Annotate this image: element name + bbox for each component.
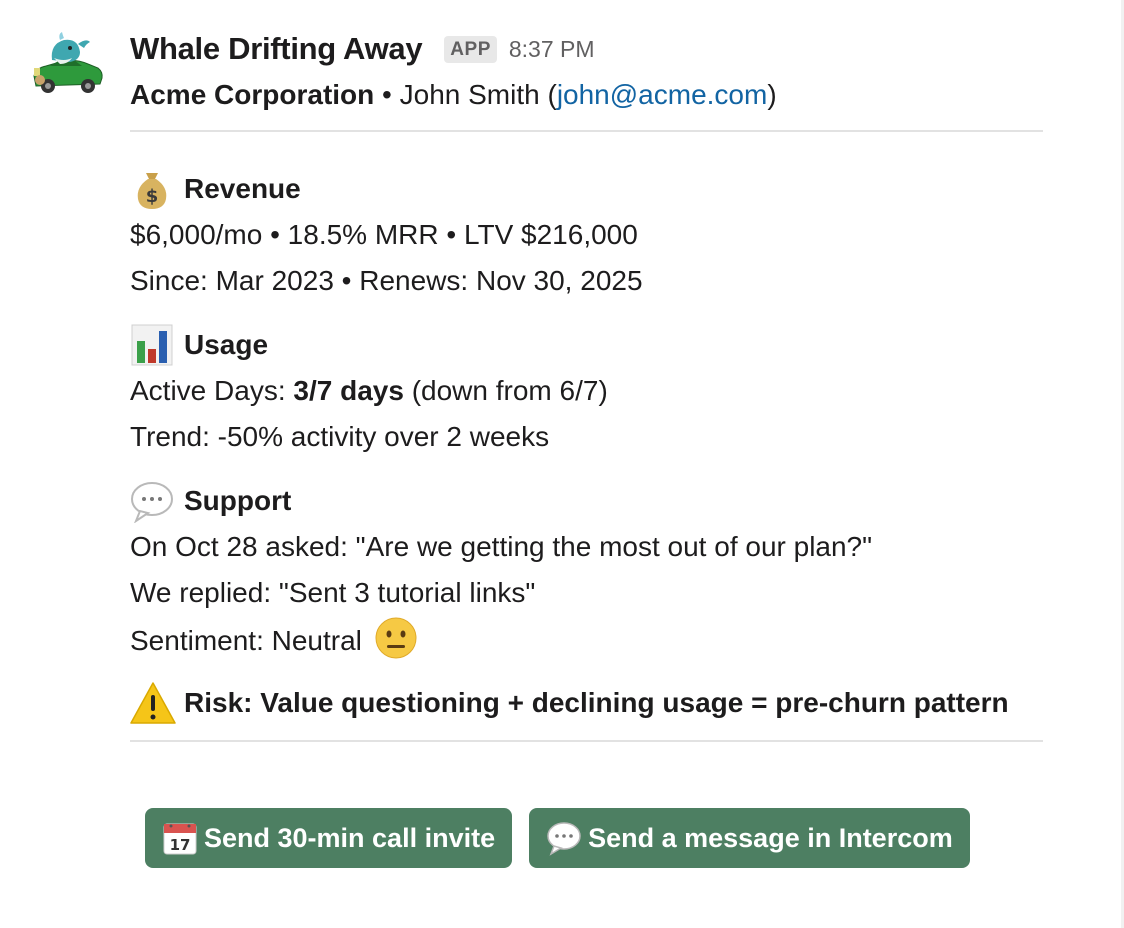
revenue-line-2: Since: Mar 2023 • Renews: Nov 30, 2025 <box>130 265 643 296</box>
risk-text: Risk: Value questioning + declining usag… <box>184 687 1009 718</box>
bottom-divider <box>130 740 1043 742</box>
money-bag-icon: $ <box>137 173 167 209</box>
paren-close: ) <box>767 79 777 110</box>
speech-bubble-icon <box>131 482 173 523</box>
message-body: Whale Drifting Away APP 8:37 PM Acme Cor… <box>130 26 1044 742</box>
bar-chart-icon <box>131 324 173 366</box>
support-heading: Support <box>130 478 1044 524</box>
calendar-icon: 17 <box>163 823 197 855</box>
app-badge: APP <box>444 35 497 63</box>
revenue-heading: $ Revenue <box>130 166 1044 212</box>
customer-line: Acme Corporation • John Smith (john@acme… <box>130 72 1044 118</box>
support-replied: We replied: "Sent 3 tutorial links" <box>130 577 536 608</box>
svg-text:17: 17 <box>170 836 191 854</box>
warning-icon <box>130 682 176 724</box>
send-intercom-message-button[interactable]: Send a message in Intercom <box>529 808 970 868</box>
support-asked: On Oct 28 asked: "Are we getting the mos… <box>130 531 873 562</box>
action-buttons: 17 Send 30-min call invite Send a messag… <box>145 808 970 868</box>
whale-car-avatar[interactable] <box>30 32 104 96</box>
sentiment-text: Sentiment: Neutral <box>130 625 362 656</box>
send-intercom-message-label: Send a message in Intercom <box>588 822 953 853</box>
revenue-line-1: $6,000/mo • 18.5% MRR • LTV $216,000 <box>130 219 638 250</box>
risk-line: Risk: Value questioning + declining usag… <box>130 680 1044 726</box>
speech-bubble-icon <box>547 822 581 856</box>
contact-name: John Smith <box>399 79 540 110</box>
support-sentiment: Sentiment: Neutral <box>130 616 1044 662</box>
send-call-invite-button[interactable]: 17 Send 30-min call invite <box>145 808 513 868</box>
svg-text:$: $ <box>146 186 159 207</box>
usage-heading: Usage <box>130 322 1044 368</box>
usage-active-days: Active Days: 3/7 days (down from 6/7) <box>130 368 1044 414</box>
send-call-invite-label: Send 30-min call invite <box>204 822 496 853</box>
paren-open: ( <box>539 79 557 110</box>
usage-trend: Trend: -50% activity over 2 weeks <box>130 421 550 452</box>
email-link[interactable]: john@acme.com <box>557 79 768 110</box>
timestamp[interactable]: 8:37 PM <box>509 36 595 63</box>
active-days-note: (down from 6/7) <box>403 375 608 406</box>
message-header: Whale Drifting Away APP 8:37 PM <box>130 26 1044 72</box>
support-title: Support <box>184 485 292 516</box>
active-days-label: Active Days: <box>130 375 294 406</box>
active-days-value: 3/7 days <box>293 375 404 406</box>
company-name: Acme Corporation <box>130 79 375 110</box>
neutral-face-icon <box>375 617 417 659</box>
revenue-title: Revenue <box>184 173 301 204</box>
app-name[interactable]: Whale Drifting Away <box>130 31 423 67</box>
usage-title: Usage <box>184 329 269 360</box>
separator: • <box>374 79 400 110</box>
